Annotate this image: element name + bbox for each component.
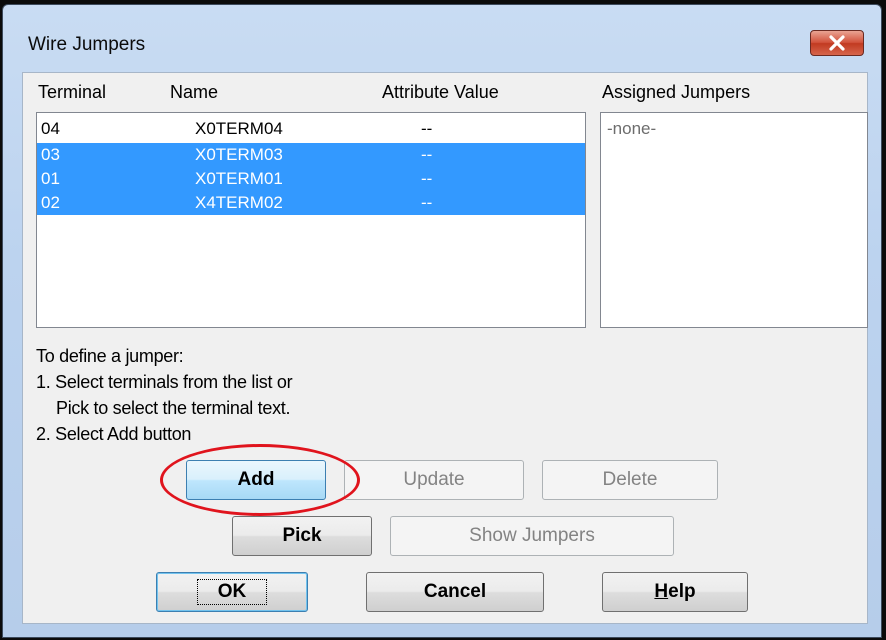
ok-button-label: OK [196,579,268,605]
name-cell: X0TERM01 [195,169,283,188]
help-button[interactable]: Help [602,572,748,612]
terminal-cell: 01 [41,169,60,188]
name-cell: X0TERM04 [195,119,283,138]
close-icon [829,35,845,51]
terminal-cell: 02 [41,193,60,212]
instruction-line: 1. Select terminals from the list or [36,372,293,392]
attribute-cell: -- [421,169,433,188]
terminal-row[interactable]: 04 X0TERM04 -- [37,117,585,141]
show-jumpers-button[interactable]: Show Jumpers [390,516,674,556]
column-header-attribute-value: Attribute Value [382,82,499,102]
terminal-row-selected[interactable]: 03 X0TERM03 -- [37,143,585,167]
close-button[interactable] [810,30,864,56]
terminal-row-selected[interactable]: 02 X4TERM02 -- [37,191,585,215]
instruction-line: To define a jumper: [36,346,184,366]
instruction-line: 2. Select Add button [36,424,192,444]
terminal-cell: 03 [41,145,60,164]
assigned-jumper-item: -none- [607,119,657,138]
instruction-line: Pick to select the terminal text. [56,398,291,418]
terminal-row-selected[interactable]: 01 X0TERM01 -- [37,167,585,191]
help-label: elp [668,581,696,602]
terminal-cell: 04 [41,119,60,138]
update-button[interactable]: Update [344,460,524,500]
add-button[interactable]: Add [186,460,326,500]
name-cell: X4TERM02 [195,193,283,212]
name-cell: X0TERM03 [195,145,283,164]
attribute-cell: -- [421,193,433,212]
ok-button[interactable]: OK [156,572,308,612]
attribute-cell: -- [421,119,433,138]
pick-button[interactable]: Pick [232,516,372,556]
help-mnemonic: H [654,581,669,602]
attribute-cell: -- [421,145,433,164]
assigned-jumpers-label: Assigned Jumpers [602,82,751,102]
column-header-terminal: Terminal [38,82,107,102]
cancel-button[interactable]: Cancel [366,572,544,612]
dialog-title: Wire Jumpers [28,34,146,55]
assigned-jumpers-list[interactable]: -none- [600,112,868,328]
terminal-list[interactable]: 04 X0TERM04 -- 03 X0TERM03 -- 01 X0TERM0… [36,112,586,328]
column-header-name: Name [170,82,219,102]
delete-button[interactable]: Delete [542,460,718,500]
